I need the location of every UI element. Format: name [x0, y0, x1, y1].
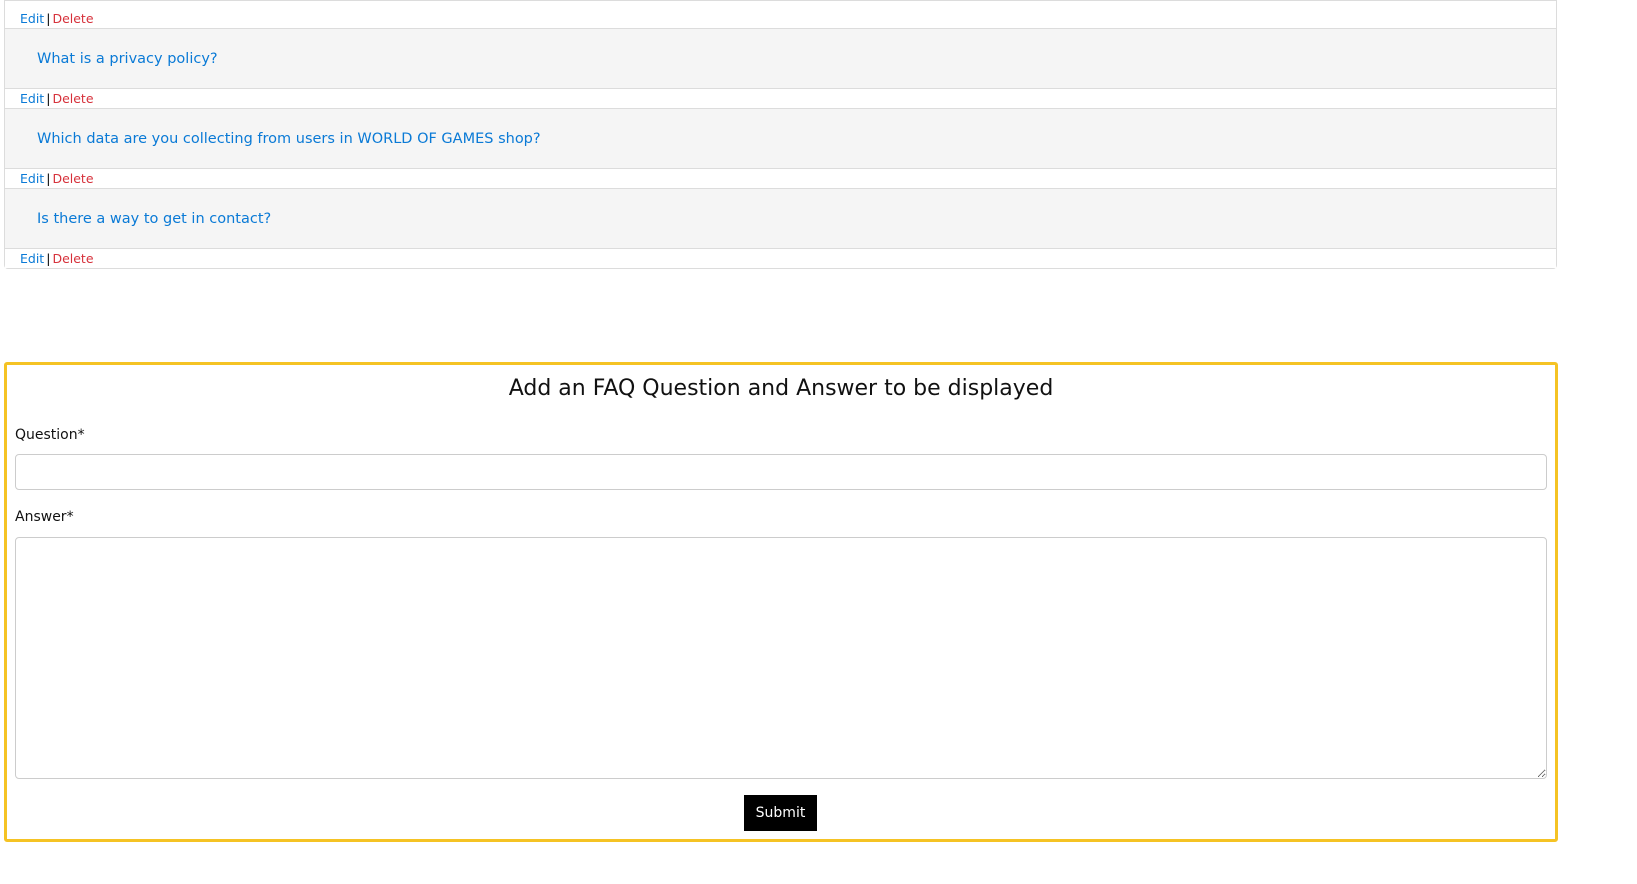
faq-list: Edit | Delete What is a privacy policy? Ed… [4, 0, 1557, 269]
edit-link[interactable]: Edit [20, 11, 44, 26]
action-separator: | [46, 11, 51, 26]
faq-question-row: What is a privacy policy? [5, 28, 1556, 88]
edit-link[interactable]: Edit [20, 171, 44, 186]
question-input[interactable] [15, 454, 1547, 490]
edit-link[interactable]: Edit [20, 91, 44, 106]
answer-label: Answer* [15, 509, 74, 525]
faq-actions-row: Edit | Delete [5, 0, 1556, 28]
faq-actions-row: Edit | Delete [5, 88, 1556, 108]
question-label: Question* [15, 427, 85, 443]
action-separator: | [46, 91, 51, 106]
submit-button[interactable]: Submit [744, 795, 817, 831]
edit-link[interactable]: Edit [20, 251, 44, 266]
form-title: Add an FAQ Question and Answer to be dis… [508, 376, 1054, 401]
delete-link[interactable]: Delete [52, 251, 93, 266]
delete-link[interactable]: Delete [52, 171, 93, 186]
delete-link[interactable]: Delete [52, 91, 93, 106]
action-separator: | [46, 171, 51, 186]
action-separator: | [46, 251, 51, 266]
faq-actions-row: Edit | Delete [5, 248, 1556, 268]
faq-question-link[interactable]: Is there a way to get in contact? [37, 211, 271, 227]
faq-question-row: Is there a way to get in contact? [5, 188, 1556, 248]
add-faq-form: Add an FAQ Question and Answer to be dis… [4, 362, 1558, 842]
faq-question-link[interactable]: What is a privacy policy? [37, 51, 218, 67]
faq-actions-row: Edit | Delete [5, 168, 1556, 188]
delete-link[interactable]: Delete [52, 11, 93, 26]
faq-question-row: Which data are you collecting from users… [5, 108, 1556, 168]
answer-textarea[interactable] [15, 537, 1547, 779]
faq-question-link[interactable]: Which data are you collecting from users… [37, 131, 541, 147]
